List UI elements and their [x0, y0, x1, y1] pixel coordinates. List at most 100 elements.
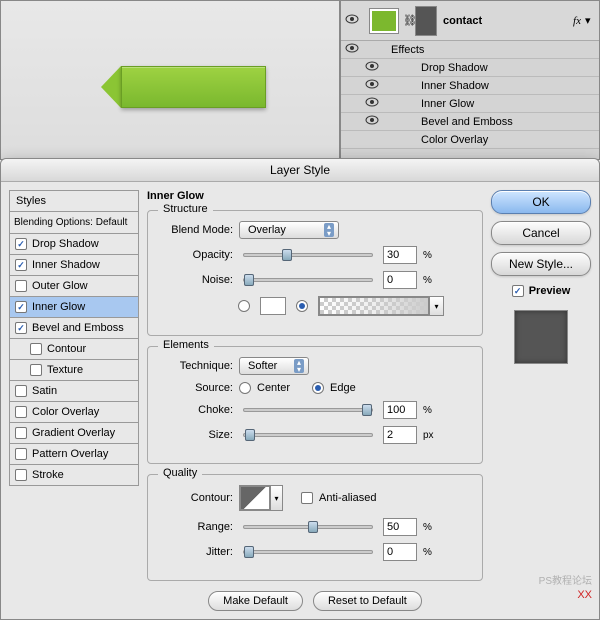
quality-group: Quality Contour: ▾ Anti-aliased Range: %… — [147, 474, 483, 581]
preview-thumbnail — [514, 310, 568, 364]
styles-list: Styles Blending Options: Default Drop Sh… — [9, 190, 139, 611]
choke-label: Choke: — [158, 404, 233, 416]
canvas — [0, 0, 340, 160]
section-title: Inner Glow — [147, 190, 483, 202]
checkbox-icon[interactable] — [15, 406, 27, 418]
opacity-label: Opacity: — [158, 249, 233, 261]
size-label: Size: — [158, 429, 233, 441]
select-arrows-icon: ▴▾ — [294, 359, 304, 373]
visibility-icon[interactable] — [365, 115, 383, 129]
noise-input[interactable] — [383, 271, 417, 289]
checkbox-icon[interactable] — [15, 385, 27, 397]
preview-label: Preview — [529, 285, 571, 297]
contour-picker[interactable]: ▾ — [239, 485, 283, 511]
watermark-text: PS教程论坛 — [539, 572, 592, 587]
reset-default-button[interactable]: Reset to Default — [313, 591, 422, 611]
noise-label: Noise: — [158, 274, 233, 286]
preview-checkbox[interactable] — [512, 285, 524, 297]
effect-inner-shadow[interactable]: Inner Shadow — [341, 77, 599, 95]
checkbox-icon[interactable] — [15, 238, 27, 250]
jitter-label: Jitter: — [158, 546, 233, 558]
style-outer-glow[interactable]: Outer Glow — [9, 275, 139, 296]
checkbox-icon[interactable] — [15, 469, 27, 481]
range-input[interactable] — [383, 518, 417, 536]
ok-button[interactable]: OK — [491, 190, 591, 214]
choke-slider[interactable] — [243, 408, 373, 412]
checkbox-icon[interactable] — [30, 364, 42, 376]
source-label: Source: — [158, 382, 233, 394]
checkbox-icon[interactable] — [15, 427, 27, 439]
size-slider[interactable] — [243, 433, 373, 437]
visibility-icon[interactable] — [365, 97, 383, 111]
link-icon[interactable]: ⛓ — [403, 14, 413, 28]
style-texture[interactable]: Texture — [9, 359, 139, 380]
new-style-button[interactable]: New Style... — [491, 252, 591, 276]
select-arrows-icon: ▴▾ — [324, 223, 334, 237]
effect-inner-glow[interactable]: Inner Glow — [341, 95, 599, 113]
chevron-down-icon[interactable]: ▾ — [429, 297, 443, 315]
visibility-icon[interactable] — [365, 61, 383, 75]
visibility-icon[interactable] — [345, 14, 363, 28]
watermark-xx: XX — [577, 589, 592, 601]
color-swatch[interactable] — [260, 297, 286, 315]
checkbox-icon[interactable] — [15, 280, 27, 292]
layer-name[interactable]: contact — [443, 15, 573, 27]
gradient-radio[interactable] — [296, 300, 308, 312]
dialog-title: Layer Style — [1, 159, 599, 182]
visibility-icon[interactable] — [365, 79, 383, 93]
source-edge-radio[interactable] — [312, 382, 324, 394]
opacity-slider[interactable] — [243, 253, 373, 257]
layer-thumbnail[interactable] — [369, 8, 399, 34]
anti-aliased-checkbox[interactable] — [301, 492, 313, 504]
range-slider[interactable] — [243, 525, 373, 529]
checkbox-icon[interactable] — [30, 343, 42, 355]
jitter-input[interactable] — [383, 543, 417, 561]
blend-mode-label: Blend Mode: — [158, 224, 233, 236]
style-contour[interactable]: Contour — [9, 338, 139, 359]
technique-label: Technique: — [158, 360, 233, 372]
styles-header[interactable]: Styles — [9, 190, 139, 211]
style-gradient-overlay[interactable]: Gradient Overlay — [9, 422, 139, 443]
contour-label: Contour: — [158, 492, 233, 504]
checkbox-icon[interactable] — [15, 322, 27, 334]
blend-mode-select[interactable]: Overlay▴▾ — [239, 221, 339, 239]
elements-group: Elements Technique: Softer▴▾ Source: Cen… — [147, 346, 483, 464]
fx-badge[interactable]: fx — [573, 15, 581, 27]
source-center-radio[interactable] — [239, 382, 251, 394]
opacity-input[interactable] — [383, 246, 417, 264]
noise-slider[interactable] — [243, 278, 373, 282]
style-color-overlay[interactable]: Color Overlay — [9, 401, 139, 422]
visibility-icon[interactable] — [345, 43, 363, 57]
chevron-down-icon[interactable]: ▾ — [270, 486, 282, 510]
style-inner-glow[interactable]: Inner Glow — [9, 296, 139, 317]
layer-row-contact[interactable]: ⛓ contact fx ▾ — [341, 1, 599, 41]
blending-options[interactable]: Blending Options: Default — [9, 211, 139, 233]
style-pattern-overlay[interactable]: Pattern Overlay — [9, 443, 139, 464]
make-default-button[interactable]: Make Default — [208, 591, 303, 611]
color-radio[interactable] — [238, 300, 250, 312]
jitter-slider[interactable] — [243, 550, 373, 554]
mask-thumbnail[interactable] — [415, 6, 437, 36]
layer-style-dialog: Layer Style Styles Blending Options: Def… — [0, 158, 600, 620]
choke-input[interactable] — [383, 401, 417, 419]
effect-drop-shadow[interactable]: Drop Shadow — [341, 59, 599, 77]
checkbox-icon[interactable] — [15, 301, 27, 313]
effects-header[interactable]: Effects — [341, 41, 599, 59]
effect-color-overlay[interactable]: Color Overlay — [341, 131, 599, 149]
cancel-button[interactable]: Cancel — [491, 221, 591, 245]
green-arrow-shape — [101, 66, 266, 108]
style-bevel[interactable]: Bevel and Emboss — [9, 317, 139, 338]
style-satin[interactable]: Satin — [9, 380, 139, 401]
structure-group: Structure Blend Mode: Overlay▴▾ Opacity:… — [147, 210, 483, 336]
size-input[interactable] — [383, 426, 417, 444]
range-label: Range: — [158, 521, 233, 533]
checkbox-icon[interactable] — [15, 259, 27, 271]
style-stroke[interactable]: Stroke — [9, 464, 139, 486]
style-inner-shadow[interactable]: Inner Shadow — [9, 254, 139, 275]
technique-select[interactable]: Softer▴▾ — [239, 357, 309, 375]
chevron-down-icon[interactable]: ▾ — [585, 14, 595, 27]
gradient-picker[interactable]: ▾ — [318, 296, 444, 316]
style-drop-shadow[interactable]: Drop Shadow — [9, 233, 139, 254]
effect-bevel[interactable]: Bevel and Emboss — [341, 113, 599, 131]
checkbox-icon[interactable] — [15, 448, 27, 460]
